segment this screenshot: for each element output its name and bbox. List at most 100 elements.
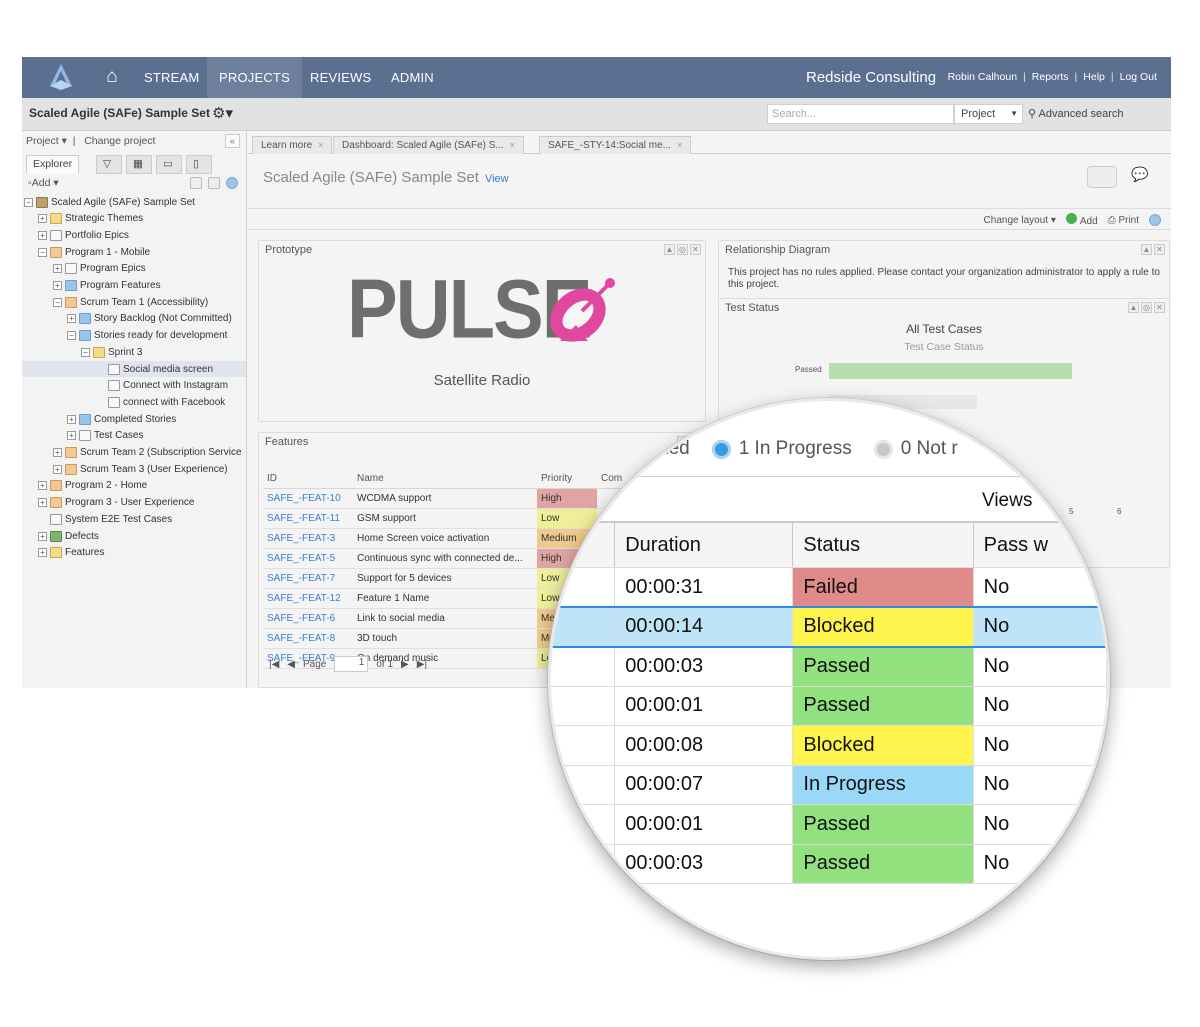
collapse-sidebar-icon[interactable]: «: [225, 134, 240, 148]
nav-reviews[interactable]: REVIEWS: [298, 57, 383, 98]
collapse-icon[interactable]: ▲: [664, 244, 675, 255]
filter-icon[interactable]: ▽: [96, 155, 122, 174]
column-header-duration[interactable]: Duration: [614, 522, 794, 568]
table-row[interactable]: 00:00:07 In Progress No: [551, 765, 1107, 805]
column-header[interactable]: ID: [263, 469, 353, 489]
project-menu[interactable]: Project: [26, 135, 59, 147]
tree-item[interactable]: + Test Cases: [22, 428, 143, 444]
table-row[interactable]: 00:00:08 Blocked No: [551, 725, 1107, 766]
expand-icon[interactable]: +: [38, 230, 47, 240]
close-icon[interactable]: ✕: [690, 244, 701, 255]
tree-item[interactable]: − Scaled Agile (SAFe) Sample Set: [22, 194, 195, 210]
logout-link[interactable]: Log Out: [1120, 57, 1157, 98]
app-logo-icon[interactable]: [46, 62, 76, 92]
collapse-icon[interactable]: −: [67, 331, 76, 341]
settings-icon[interactable]: ◎: [677, 244, 688, 255]
expand-icon[interactable]: +: [67, 431, 76, 441]
table-row[interactable]: 00:00:31 Failed No: [551, 567, 1107, 608]
comments-icon[interactable]: 💬: [1131, 166, 1161, 188]
home-icon[interactable]: ⌂: [102, 67, 122, 87]
tree-item[interactable]: + Program Epics: [22, 261, 146, 277]
tree-item[interactable]: + Strategic Themes: [22, 211, 143, 227]
info-icon[interactable]: [226, 177, 238, 189]
change-layout-menu[interactable]: Change layout ▾: [984, 215, 1056, 226]
tab-dashboard[interactable]: Dashboard: Scaled Agile (SAFe) S... ×: [333, 136, 525, 154]
gear-icon[interactable]: ⚙▾: [212, 104, 233, 122]
table-row[interactable]: 00:00:03 Passed No: [551, 844, 1107, 884]
expand-icon[interactable]: +: [53, 448, 62, 457]
tree-item[interactable]: + Scrum Team 2 (Subscription Service: [22, 445, 242, 461]
tab-learn-more[interactable]: Learn more ×: [252, 136, 333, 154]
layout-toggle-icon[interactable]: [1087, 166, 1117, 188]
settings-icon[interactable]: ◎: [1141, 302, 1152, 313]
table-row[interactable]: 00:00:01 Passed No: [551, 686, 1107, 726]
tree-item[interactable]: + Program 3 - User Experience: [22, 495, 195, 511]
document-icon[interactable]: ▯: [186, 155, 212, 174]
tree-item[interactable]: Social media screen: [22, 361, 246, 377]
nav-admin[interactable]: ADMIN: [379, 57, 446, 98]
tree-item[interactable]: + Story Backlog (Not Committed): [22, 311, 232, 327]
tab-explorer[interactable]: Explorer: [26, 155, 80, 174]
feature-id-link[interactable]: SAFE_-FEAT-8: [263, 628, 353, 649]
column-header-pass[interactable]: Pass w: [972, 522, 1107, 568]
search-input[interactable]: Search...: [767, 104, 954, 124]
print-button[interactable]: ⎙ Print: [1108, 215, 1139, 226]
close-icon[interactable]: ✕: [1154, 302, 1165, 313]
board-icon[interactable]: ▦: [126, 155, 152, 174]
collapse-icon[interactable]: ▲: [1141, 244, 1152, 255]
change-project-link[interactable]: Change project: [84, 135, 155, 147]
collapse-icon[interactable]: −: [81, 347, 90, 357]
close-icon[interactable]: ×: [510, 140, 515, 150]
table-row[interactable]: 00:00:03 Passed No: [551, 646, 1107, 687]
tree-item[interactable]: − Stories ready for development: [22, 328, 227, 344]
tree-item[interactable]: Connect with Instagram: [22, 378, 228, 394]
help-link[interactable]: Help: [1083, 57, 1105, 98]
search-scope-select[interactable]: Project ▼: [954, 104, 1023, 124]
feature-id-link[interactable]: SAFE_-FEAT-5: [263, 548, 353, 569]
expand-icon[interactable]: +: [53, 281, 62, 290]
expand-icon[interactable]: +: [67, 314, 76, 324]
refresh-icon[interactable]: [208, 177, 220, 189]
expand-icon[interactable]: +: [38, 531, 47, 541]
tree-item[interactable]: + Program 2 - Home: [22, 478, 147, 494]
column-header-status[interactable]: Status: [792, 522, 974, 568]
reports-link[interactable]: Reports: [1032, 57, 1069, 98]
tree-item[interactable]: + Completed Stories: [22, 411, 176, 427]
table-row[interactable]: 00:00:01 Passed No: [551, 804, 1107, 845]
expand-icon[interactable]: +: [38, 548, 47, 558]
tree-item[interactable]: − Program 1 - Mobile: [22, 244, 150, 260]
first-page-icon[interactable]: |◀: [269, 659, 279, 670]
tab-story[interactable]: SAFE_-STY-14:Social me... ×: [539, 136, 692, 154]
feature-id-link[interactable]: SAFE_-FEAT-6: [263, 608, 353, 629]
expand-icon[interactable]: +: [53, 464, 62, 474]
nav-stream[interactable]: STREAM: [132, 57, 211, 98]
feature-id-link[interactable]: SAFE_-FEAT-3: [263, 528, 353, 549]
advanced-search-link[interactable]: ⚲ Advanced search: [1028, 107, 1124, 120]
expand-icon[interactable]: +: [38, 214, 47, 224]
expand-icon[interactable]: +: [38, 481, 47, 491]
feature-id-link[interactable]: SAFE_-FEAT-7: [263, 568, 353, 589]
add-menu[interactable]: ▫Add ▾: [28, 177, 59, 189]
tree-item[interactable]: + Scrum Team 3 (User Experience): [22, 461, 228, 477]
view-link[interactable]: View: [485, 173, 509, 185]
nav-projects[interactable]: PROJECTS: [207, 57, 302, 98]
tree-item[interactable]: + Program Features: [22, 278, 161, 294]
tree-item[interactable]: + Defects: [22, 528, 99, 544]
tree-item[interactable]: System E2E Test Cases: [22, 511, 172, 527]
add-widget-button[interactable]: Add: [1065, 213, 1098, 227]
settings-icon[interactable]: [190, 177, 202, 189]
expand-icon[interactable]: +: [38, 498, 47, 508]
window-icon[interactable]: ▭: [156, 155, 182, 174]
column-header[interactable]: Name: [353, 469, 537, 489]
tree-item[interactable]: connect with Facebook: [22, 394, 225, 410]
page-input[interactable]: 1: [334, 656, 369, 672]
user-name-link[interactable]: Robin Calhoun: [948, 57, 1017, 98]
close-icon[interactable]: ✕: [1154, 244, 1165, 255]
tree-item[interactable]: − Sprint 3: [22, 344, 142, 360]
close-icon[interactable]: ×: [318, 140, 323, 150]
expand-icon[interactable]: +: [67, 414, 76, 424]
expand-icon[interactable]: +: [53, 264, 62, 274]
feature-id-link[interactable]: SAFE_-FEAT-11: [263, 508, 353, 529]
close-icon[interactable]: ×: [677, 140, 682, 150]
feature-id-link[interactable]: SAFE_-FEAT-10: [263, 488, 353, 509]
